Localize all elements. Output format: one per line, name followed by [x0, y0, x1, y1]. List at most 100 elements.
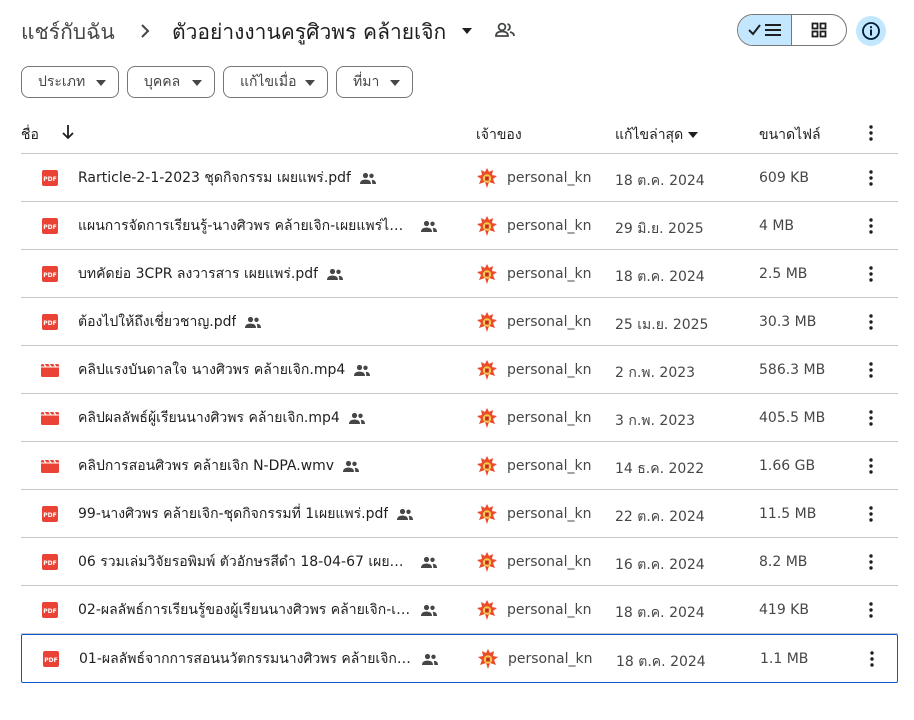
- more-vert-icon[interactable]: [864, 601, 878, 619]
- owner-cell: personal_kn: [476, 586, 591, 634]
- shared-people-icon: [359, 172, 376, 184]
- file-name: บทคัดย่อ 3CPR ลงวารสาร เผยแพร่.pdf: [78, 266, 319, 282]
- file-size: 405.5 MB: [759, 410, 826, 426]
- file-name-cell: คลิปแรงบันดาลใจ นางศิวพร คล้ายเจิก.mp4: [78, 346, 371, 394]
- file-name: Rarticle-2-1-2023 ชุดกิจกรรม เผยแพร่.pdf: [78, 170, 351, 186]
- file-size: 586.3 MB: [759, 362, 826, 378]
- modified-date: 2 ก.พ. 2023: [615, 365, 696, 381]
- more-vert-icon[interactable]: [864, 409, 878, 427]
- table-row[interactable]: PDF บทคัดย่อ 3CPR ลงวารสาร เผยแพร่.pdf p…: [21, 250, 898, 298]
- filter-chip-label: บุคคล: [144, 74, 181, 90]
- shared-people-icon: [421, 556, 437, 568]
- pdf-icon: PDF: [43, 651, 59, 667]
- owner-cell: personal_kn: [476, 346, 591, 394]
- svg-text:PDF: PDF: [43, 224, 56, 231]
- filter-type-chip[interactable]: ประเภท: [21, 66, 119, 98]
- pdf-icon: PDF: [42, 314, 58, 330]
- pdf-icon: PDF: [42, 218, 58, 234]
- filter-source-chip[interactable]: ที่มา: [336, 66, 413, 98]
- owner-cell: personal_kn: [476, 154, 591, 202]
- shared-people-icon: [421, 604, 437, 616]
- table-row[interactable]: คลิปแรงบันดาลใจ นางศิวพร คล้ายเจิก.mp4 p…: [21, 346, 898, 394]
- caret-down-icon: [96, 80, 106, 86]
- table-row[interactable]: คลิปการสอนศิวพร คล้ายเจิก N-DPA.wmv pers…: [21, 442, 898, 490]
- arrow-down-icon[interactable]: [61, 124, 75, 140]
- modified-date: 18 ต.ค. 2024: [615, 269, 705, 285]
- table-row[interactable]: PDF Rarticle-2-1-2023 ชุดกิจกรรม เผยแพร่…: [21, 154, 898, 202]
- column-name[interactable]: ชื่อ: [21, 124, 39, 146]
- people-icon: [495, 22, 515, 37]
- check-list-icon: [747, 24, 781, 36]
- info-button[interactable]: [856, 16, 886, 46]
- shared-people-icon: [245, 316, 262, 328]
- file-name-cell: คลิปผลลัพธ์ผู้เรียนนางศิวพร คล้ายเจิก.mp…: [78, 394, 366, 442]
- table-row[interactable]: PDF 02-ผลลัพธ์การเรียนรู้ของผู้เรียนนางศ…: [21, 586, 898, 634]
- file-name: แผนการจัดการเรียนรู้-นางศิวพร คล้ายเจิก-…: [78, 218, 412, 234]
- file-name: 02-ผลลัพธ์การเรียนรู้ของผู้เรียนนางศิวพร…: [78, 602, 412, 618]
- owner-name: personal_kn: [508, 651, 593, 667]
- breadcrumb-root[interactable]: แชร์กับฉัน: [21, 16, 115, 49]
- owner-name: personal_kn: [507, 458, 592, 474]
- svg-text:PDF: PDF: [43, 176, 56, 183]
- list-view-button[interactable]: [738, 15, 793, 45]
- breadcrumb-current-folder[interactable]: ตัวอย่างงานครูศิวพร คล้ายเจิก: [172, 16, 446, 49]
- modified-date: 14 ธ.ค. 2022: [615, 461, 705, 477]
- file-name-cell: 06 รวมเล่มวิจัยรอพิมพ์ ตัวอักษรสีดำ 18-0…: [78, 538, 438, 586]
- pdf-icon: PDF: [42, 554, 58, 570]
- column-size[interactable]: ขนาดไฟล์: [759, 124, 821, 146]
- more-vert-icon[interactable]: [864, 265, 878, 283]
- table-row[interactable]: PDF 99-นางศิวพร คล้ายเจิก-ชุดกิจกรรมที่ …: [21, 490, 898, 538]
- filter-people-chip[interactable]: บุคคล: [127, 66, 215, 98]
- caret-down-icon: [192, 80, 202, 86]
- file-name-cell: บทคัดย่อ 3CPR ลงวารสาร เผยแพร่.pdf: [78, 250, 344, 298]
- owner-name: personal_kn: [507, 602, 592, 618]
- more-vert-icon[interactable]: [864, 124, 878, 142]
- table-row[interactable]: PDF 06 รวมเล่มวิจัยรอพิมพ์ ตัวอักษรสีดำ …: [21, 538, 898, 586]
- header: แชร์กับฉัน ตัวอย่างงานครูศิวพร คล้ายเจิก: [0, 0, 914, 62]
- file-name: 01-ผลลัพธ์จากการสอนนวัตกรรมนางศิวพร คล้า…: [79, 651, 413, 667]
- file-size: 1.1 MB: [760, 651, 809, 667]
- pdf-icon: PDF: [42, 506, 58, 522]
- svg-text:PDF: PDF: [44, 657, 57, 664]
- info-icon: [862, 22, 880, 40]
- modified-date: 18 ต.ค. 2024: [615, 173, 705, 189]
- file-size: 419 KB: [759, 602, 809, 618]
- table-row[interactable]: PDF 01-ผลลัพธ์จากการสอนนวัตกรรมนางศิวพร …: [21, 634, 898, 683]
- filter-modified-chip[interactable]: แก้ไขเมื่อ: [223, 66, 328, 98]
- file-name-cell: คลิปการสอนศิวพร คล้ายเจิก N-DPA.wmv: [78, 442, 360, 490]
- table-row[interactable]: คลิปผลลัพธ์ผู้เรียนนางศิวพร คล้ายเจิก.mp…: [21, 394, 898, 442]
- more-vert-icon[interactable]: [864, 505, 878, 523]
- more-vert-icon[interactable]: [864, 457, 878, 475]
- more-vert-icon[interactable]: [864, 361, 878, 379]
- modified-date: 18 ต.ค. 2024: [615, 605, 705, 621]
- column-owner[interactable]: เจ้าของ: [476, 124, 522, 146]
- table-row[interactable]: PDF แผนการจัดการเรียนรู้-นางศิวพร คล้ายเ…: [21, 202, 898, 250]
- shared-people-icon: [422, 653, 438, 665]
- filter-chip-label: แก้ไขเมื่อ: [240, 74, 297, 90]
- caret-down-icon[interactable]: [458, 24, 476, 38]
- more-vert-icon[interactable]: [865, 650, 879, 668]
- more-vert-icon[interactable]: [864, 313, 878, 331]
- file-name: คลิปผลลัพธ์ผู้เรียนนางศิวพร คล้ายเจิก.mp…: [78, 410, 340, 426]
- grid-view-button[interactable]: [792, 15, 846, 45]
- owner-name: personal_kn: [507, 506, 592, 522]
- owner-cell: personal_kn: [476, 538, 591, 586]
- video-icon: [41, 411, 59, 425]
- file-name: คลิปการสอนศิวพร คล้ายเจิก N-DPA.wmv: [78, 458, 335, 474]
- file-name: ต้องไปให้ถึงเชี่ยวชาญ.pdf: [78, 314, 237, 330]
- avatar-icon: [477, 648, 499, 670]
- table-row[interactable]: PDF ต้องไปให้ถึงเชี่ยวชาญ.pdf personal_k…: [21, 298, 898, 346]
- pdf-icon: PDF: [42, 266, 58, 282]
- table-header: ชื่อ เจ้าของ แก้ไขล่าสุด ขนาดไฟล์: [21, 110, 898, 154]
- column-modified[interactable]: แก้ไขล่าสุด: [615, 124, 699, 146]
- more-vert-icon[interactable]: [864, 553, 878, 571]
- more-vert-icon[interactable]: [864, 217, 878, 235]
- file-name: 99-นางศิวพร คล้ายเจิก-ชุดกิจกรรมที่ 1เผย…: [78, 506, 389, 522]
- avatar-icon: [476, 359, 498, 381]
- shared-people-icon: [397, 508, 414, 520]
- file-size: 11.5 MB: [759, 506, 817, 522]
- filter-chip-label: ประเภท: [38, 74, 86, 90]
- video-icon: [41, 363, 59, 377]
- more-vert-icon[interactable]: [864, 169, 878, 187]
- caret-down-icon: [305, 80, 315, 86]
